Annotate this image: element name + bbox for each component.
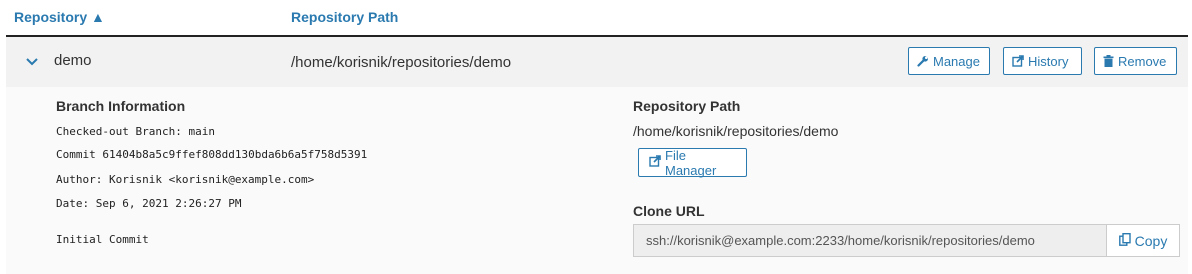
column-header-repository-path[interactable]: Repository Path [291,9,398,25]
chevron-down-icon[interactable] [24,54,40,70]
commit-value: 61404b8a5c9ffef808dd130bda6b6a5f758d5391 [102,148,368,161]
file-manager-label: File Manager [665,147,717,178]
repository-path-title: Repository Path [633,98,741,114]
repository-path: /home/korisnik/repositories/demo [291,54,512,71]
copy-label: Copy [1134,232,1168,249]
clone-url-group: Copy [633,224,1180,257]
external-link-icon [1012,55,1024,67]
history-label: History [1028,53,1069,69]
commit-message: Initial Commit [56,233,149,246]
checked-out-branch-value: main [188,125,215,138]
commit-label: Commit [56,148,96,161]
manage-button[interactable]: Manage [908,47,990,75]
clone-url-title: Clone URL [633,203,705,219]
checked-out-branch-label: Checked-out Branch: [56,125,182,138]
date-value: Sep 6, 2021 2:26:27 PM [95,197,242,210]
clone-url-input[interactable] [633,224,1106,257]
column-header-repository[interactable]: Repository ▲ [14,9,105,25]
author-label: Author: [56,173,103,186]
commit-author: Author: Korisnik <korisnik@example.com> [56,173,314,186]
manage-label: Manage [933,53,980,69]
branch-information-title: Branch Information [56,98,186,114]
table-row: demo /home/korisnik/repositories/demo Ma… [6,37,1188,87]
history-button[interactable]: History [1003,47,1082,75]
repository-name: demo [54,52,92,69]
copy-icon [1118,232,1131,249]
copy-button[interactable]: Copy [1106,224,1180,257]
external-link-icon [649,155,661,170]
table-header: Repository ▲ Repository Path [0,0,1192,36]
wrench-icon [917,55,929,67]
remove-label: Remove [1118,53,1167,69]
remove-button[interactable]: Remove [1094,47,1177,75]
repository-path-value: /home/korisnik/repositories/demo [633,123,839,139]
repository-details: Branch Information Checked-out Branch: m… [6,87,1188,274]
author-value: Korisnik <korisnik@example.com> [108,173,315,186]
commit-hash: Commit 61404b8a5c9ffef808dd130bda6b6a5f7… [56,148,367,161]
trash-icon [1103,55,1114,67]
file-manager-button[interactable]: File Manager [638,147,747,178]
checked-out-branch: Checked-out Branch: main [56,125,215,138]
commit-date: Date: Sep 6, 2021 2:26:27 PM [56,197,241,210]
date-label: Date: [56,197,90,210]
